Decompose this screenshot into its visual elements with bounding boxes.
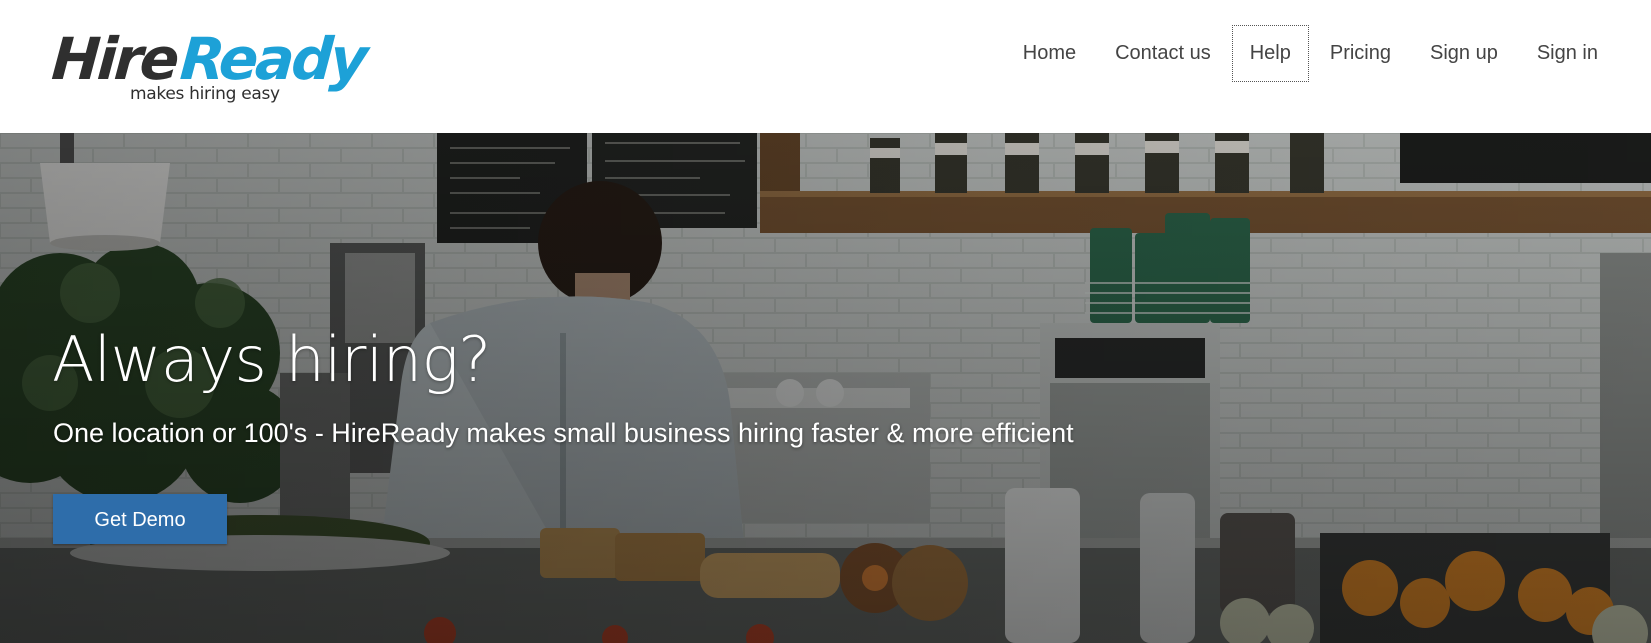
logo-word-hire: Hire xyxy=(49,25,179,93)
nav-item-help[interactable]: Help xyxy=(1231,24,1309,82)
nav-item-sign-up[interactable]: Sign up xyxy=(1412,25,1516,82)
nav-item-contact-us[interactable]: Contact us xyxy=(1097,25,1229,82)
hero-subtitle: One location or 100's - HireReady makes … xyxy=(53,418,1074,448)
logo-word-ready: Ready xyxy=(177,25,368,93)
get-demo-button[interactable]: Get Demo xyxy=(53,494,227,544)
site-header: HireReady makes hiring easy Home Contact… xyxy=(0,0,1651,133)
main-nav: Home Contact us Help Pricing Sign up Sig… xyxy=(1002,24,1616,82)
nav-item-home[interactable]: Home xyxy=(1005,25,1094,82)
hero-section: Always hiring? One location or 100's - H… xyxy=(0,133,1651,643)
logo-wordmark: HireReady xyxy=(49,25,368,93)
nav-item-pricing[interactable]: Pricing xyxy=(1312,25,1409,82)
hireready-logo[interactable]: HireReady makes hiring easy xyxy=(50,25,368,110)
logo-tagline: makes hiring easy xyxy=(130,84,280,104)
hero-title: Always hiring? xyxy=(52,323,491,396)
nav-item-sign-in[interactable]: Sign in xyxy=(1519,25,1616,82)
